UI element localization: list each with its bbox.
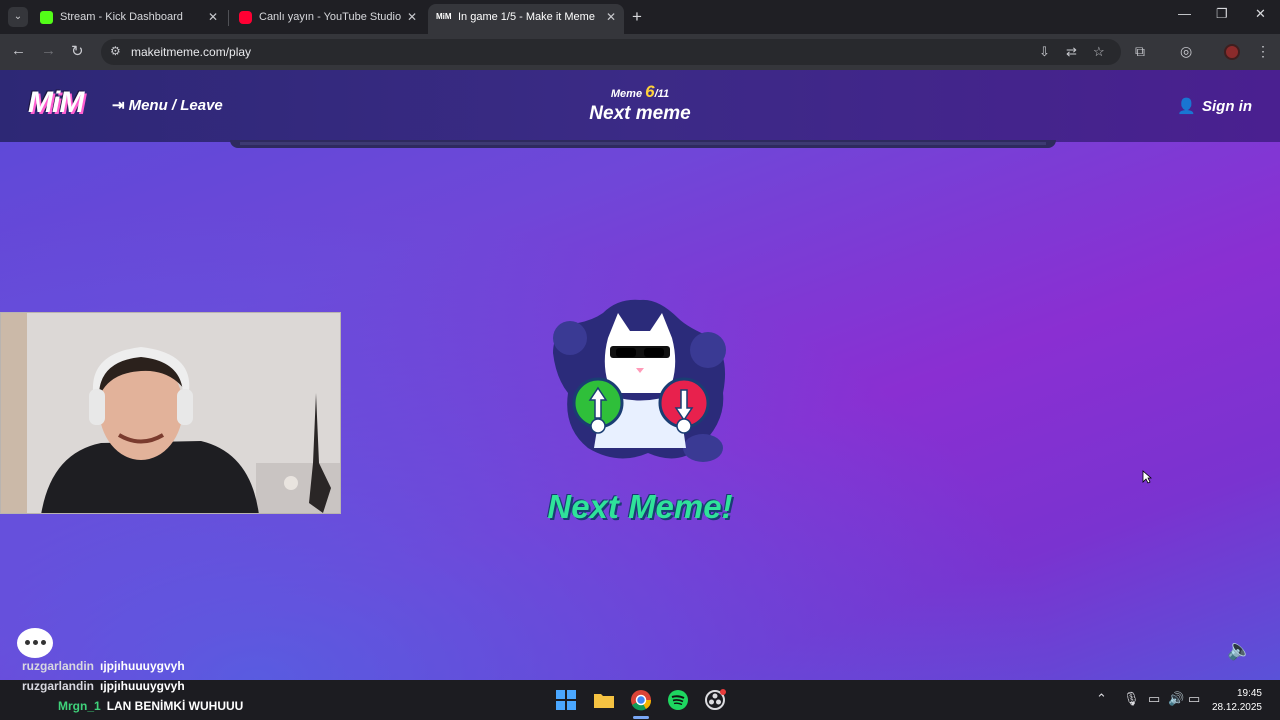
bookmark-star-icon[interactable]: ☆ bbox=[1093, 44, 1105, 60]
chat-message: ruzgarlandin ıjpjıhuuuygvyh bbox=[22, 659, 185, 673]
cat-mascot-illustration bbox=[553, 299, 726, 462]
chat-username: ruzgarlandin bbox=[22, 679, 95, 693]
chat-bubble-icon bbox=[17, 628, 53, 658]
file-explorer-icon[interactable] bbox=[592, 688, 616, 712]
chrome-icon[interactable] bbox=[629, 688, 653, 712]
youtube-favicon-icon bbox=[239, 11, 252, 24]
close-tab-icon[interactable]: ✕ bbox=[606, 4, 616, 30]
url-text: makeitmeme.com/play bbox=[131, 45, 252, 59]
browser-toolbar: ← → ↻ ⚙ makeitmeme.com/play ⇩ ⇄ ☆ ⧉ ◎ ⋮ bbox=[0, 34, 1280, 70]
extensions-icon[interactable]: ⧉ bbox=[1135, 43, 1145, 60]
clock-time: 19:45 bbox=[1236, 688, 1262, 699]
tab-title: Stream - Kick Dashboard bbox=[60, 11, 183, 23]
mim-favicon-icon: MiM bbox=[436, 12, 452, 21]
meme-current: 6 bbox=[645, 82, 655, 101]
user-icon: 👤 bbox=[1177, 98, 1196, 115]
meme-label: Meme bbox=[610, 88, 643, 100]
profile-avatar[interactable] bbox=[1224, 44, 1240, 60]
menu-dots-icon[interactable]: ⋮ bbox=[1256, 43, 1270, 60]
next-meme-heading: Next Meme! bbox=[547, 488, 733, 525]
mouse-cursor-icon bbox=[1142, 470, 1152, 484]
windows-start-icon[interactable] bbox=[554, 688, 578, 712]
clock-date: 28.12.2025 bbox=[1211, 702, 1262, 713]
spotify-icon[interactable] bbox=[666, 688, 690, 712]
menu-leave-label: Menu / Leave bbox=[128, 97, 223, 114]
forward-button[interactable]: → bbox=[41, 42, 56, 59]
browser-tabbar: ⌄ Stream - Kick Dashboard ✕ Canlı yayın … bbox=[0, 0, 1280, 34]
tray-overflow-icon[interactable]: ⌃ bbox=[1096, 691, 1107, 707]
close-tab-icon[interactable]: ✕ bbox=[208, 4, 218, 30]
tab-make-it-meme[interactable]: MiM In game 1/5 - Make it Meme ✕ bbox=[428, 4, 624, 34]
chat-message: ruzgarlandin ıjpjıhuuuygvyh bbox=[22, 679, 185, 693]
system-clock[interactable]: 19:45 28.12.2025 bbox=[1212, 687, 1262, 715]
tab-youtube-studio[interactable]: Canlı yayın - YouTube Studio ✕ bbox=[229, 4, 425, 34]
game-header: MiM ⇥ Menu / Leave Meme 6/11 Next meme 👤 S… bbox=[0, 70, 1280, 142]
reload-button[interactable]: ↻ bbox=[71, 42, 84, 60]
new-tab-button[interactable]: + bbox=[632, 4, 642, 30]
minimize-icon[interactable]: — bbox=[1178, 6, 1191, 21]
menu-leave-button[interactable]: ⇥ Menu / Leave bbox=[112, 96, 223, 114]
close-window-icon[interactable]: ✕ bbox=[1255, 6, 1266, 22]
kick-favicon-icon bbox=[40, 11, 53, 24]
back-button[interactable]: ← bbox=[11, 42, 26, 59]
tab-kick-dashboard[interactable]: Stream - Kick Dashboard ✕ bbox=[30, 4, 226, 34]
tab-title: Canlı yayın - YouTube Studio bbox=[259, 11, 402, 23]
sound-toggle-icon[interactable]: 🔈 bbox=[1227, 637, 1252, 662]
screenshot-icon[interactable]: ◎ bbox=[1180, 43, 1192, 60]
mim-logo[interactable]: MiM bbox=[28, 86, 84, 120]
sign-in-button[interactable]: 👤 Sign in bbox=[1177, 97, 1252, 115]
chat-username: ruzgarlandin bbox=[22, 659, 95, 673]
chat-text: ıjpjıhuuuygvyh bbox=[100, 679, 185, 693]
chat-text: ıjpjıhuuuygvyh bbox=[100, 659, 185, 673]
obs-icon[interactable] bbox=[703, 688, 727, 712]
address-bar[interactable]: ⚙ makeitmeme.com/play ⇩ ⇄ ☆ bbox=[101, 39, 1121, 65]
tab-search-button[interactable]: ⌄ bbox=[8, 7, 28, 27]
chat-message: Mrgn_1 LAN BENİMKİ WUHUUU bbox=[58, 699, 243, 713]
volume-icon[interactable]: 🔊 bbox=[1168, 691, 1184, 707]
progress-bar bbox=[230, 140, 1056, 148]
exit-icon: ⇥ bbox=[112, 97, 125, 114]
tab-title: In game 1/5 - Make it Meme bbox=[458, 11, 595, 23]
chat-username: Mrgn_1 bbox=[58, 699, 101, 713]
install-app-icon[interactable]: ⇩ bbox=[1039, 44, 1050, 60]
meme-total: /11 bbox=[654, 88, 670, 100]
translate-icon[interactable]: ⇄ bbox=[1066, 44, 1077, 60]
chat-text: LAN BENİMKİ WUHUUU bbox=[106, 699, 244, 713]
network-icon[interactable]: ▭ bbox=[1148, 691, 1160, 707]
battery-icon[interactable]: ▭ bbox=[1188, 691, 1200, 707]
close-tab-icon[interactable]: ✕ bbox=[407, 4, 417, 30]
restore-icon[interactable]: ❐ bbox=[1216, 6, 1228, 22]
header-title: Next meme bbox=[589, 103, 691, 124]
sign-in-label: Sign in bbox=[1202, 98, 1252, 115]
webcam-feed-image bbox=[1, 313, 340, 513]
microphone-icon[interactable]: 🎙 bbox=[1123, 691, 1140, 707]
game-page: MiM ⇥ Menu / Leave Meme 6/11 Next meme 👤 S… bbox=[0, 70, 1280, 680]
meme-counter: Meme 6/11 bbox=[540, 82, 740, 102]
site-info-icon[interactable]: ⚙ bbox=[110, 44, 121, 58]
webcam-overlay bbox=[0, 312, 341, 514]
